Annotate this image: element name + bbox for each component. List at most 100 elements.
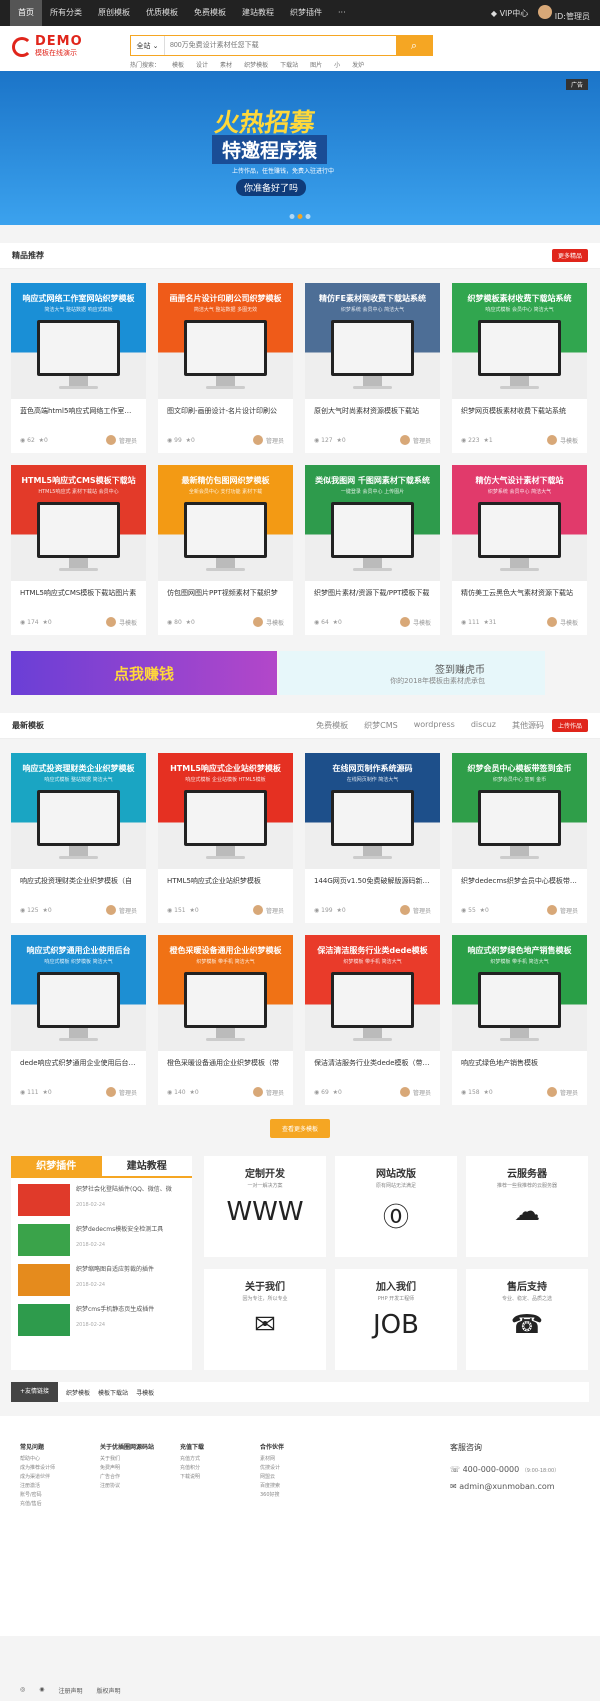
template-card[interactable]: 在线网页制作系统源码 在线网页制作 简洁大气 144G网页v1.50免费破解版源码新… <box>305 753 440 923</box>
card-author[interactable]: 寻模板 <box>546 617 578 627</box>
footer-link[interactable]: 账号/密码 <box>20 1491 92 1500</box>
weibo-icon[interactable]: ◎ <box>20 1686 25 1695</box>
card-thumbnail[interactable]: 响应式网络工作室网站织梦模板 简洁大气 整站数据 响应式模板 <box>11 283 146 399</box>
news-title[interactable]: 织梦cms手机静态页生成插件 <box>76 1304 154 1313</box>
footer-link[interactable]: 充值方式 <box>180 1455 252 1464</box>
footer-link[interactable]: 素材网 <box>260 1455 332 1464</box>
footer-link[interactable]: 360好搜 <box>260 1491 332 1500</box>
card-author[interactable]: 管理员 <box>399 905 431 915</box>
service-box[interactable]: 加入我们 PHP 开发工程师 JOB <box>335 1269 457 1370</box>
site-logo[interactable]: DEMO 模板在线演示 <box>12 35 112 58</box>
promo-earn-banner[interactable]: 点我赚钱 <box>11 651 277 695</box>
card-thumbnail[interactable]: 响应式投资理财类企业织梦模板 响应式模板 整站数据 简洁大气 <box>11 753 146 869</box>
card-author[interactable]: 管理员 <box>399 1087 431 1097</box>
template-card[interactable]: 响应式网络工作室网站织梦模板 简洁大气 整站数据 响应式模板 蓝色高端html5响应… <box>11 283 146 453</box>
card-author[interactable]: 管理员 <box>252 435 284 445</box>
news-item[interactable]: 织梦dedecms模板安全检测工具 2018-02-24 <box>11 1218 192 1258</box>
carousel-dot[interactable] <box>305 214 311 219</box>
card-title[interactable]: HTML5响应式CMS模板下载站图片素 <box>11 581 146 598</box>
carousel-dot-active[interactable] <box>297 214 303 219</box>
footer-link[interactable]: 注册协议 <box>100 1482 172 1491</box>
nav-tutorials[interactable]: 建站教程 <box>234 0 282 26</box>
friend-link[interactable]: 织梦模板 <box>66 1388 90 1397</box>
card-title[interactable]: 精仿美工云黑色大气素材资源下载站 <box>452 581 587 598</box>
card-title[interactable]: 原创大气时尚素材资源模板下载站 <box>305 399 440 416</box>
template-card[interactable]: 响应式织梦通用企业使用后台 响应式模板 织梦模板 简洁大气 dede响应式织梦通用企… <box>11 935 146 1105</box>
template-card[interactable]: 类似我图网 千图网素材下载系统 一键登录 会员中心 上传图片 织梦图片素材/资源下载… <box>305 465 440 635</box>
card-title[interactable]: 织梦dedecms织梦会员中心模板带签到 <box>452 869 587 886</box>
card-author[interactable]: 管理员 <box>105 1087 137 1097</box>
news-item[interactable]: 织梦社会化登陆插件(QQ、微信、微 2018-02-24 <box>11 1178 192 1218</box>
email-address[interactable]: admin@xunmoban.com <box>459 1482 554 1491</box>
copyright-link[interactable]: 版权声明 <box>97 1686 121 1695</box>
card-thumbnail[interactable]: 保洁清洁服务行业类dede模板 织梦模板 带手机 简洁大气 <box>305 935 440 1051</box>
tab-plugins[interactable]: 织梦插件 <box>11 1156 102 1176</box>
nav-original[interactable]: 原创模板 <box>90 0 138 26</box>
card-title[interactable]: 响应式投资理财类企业织梦模板（自 <box>11 869 146 886</box>
search-scope-select[interactable]: 全站 ⌄ <box>131 36 165 55</box>
card-author[interactable]: 管理员 <box>399 435 431 445</box>
wechat-icon[interactable]: ◉ <box>39 1686 44 1695</box>
nav-all-categories[interactable]: 所有分类 <box>42 0 90 26</box>
card-thumbnail[interactable]: 织梦会员中心模板带签到金币 织梦会员中心 签到 金币 <box>452 753 587 869</box>
card-thumbnail[interactable]: 橙色采暖设备通用企业织梦模板 织梦模板 带手机 简洁大气 <box>158 935 293 1051</box>
template-card[interactable]: 画册名片设计印刷公司织梦模板 简洁大气 整站数据 多图无效 图文印刷-画册设计-名片… <box>158 283 293 453</box>
search-input[interactable] <box>165 36 396 55</box>
card-thumbnail[interactable]: 类似我图网 千图网素材下载系统 一键登录 会员中心 上传图片 <box>305 465 440 581</box>
nav-free[interactable]: 免费模板 <box>186 0 234 26</box>
template-card[interactable]: 最新精仿包图网织梦模板 全新会员中心 支付功能 素材下载 仿包图网图片PPT视频素材… <box>158 465 293 635</box>
news-title[interactable]: 织梦dedecms模板安全检测工具 <box>76 1224 163 1233</box>
template-card[interactable]: 精仿FE素材网收费下载站系统 织梦系统 会员中心 简洁大气 原创大气时尚素材资源模板… <box>305 283 440 453</box>
card-title[interactable]: 响应式绿色地产销售模板 <box>452 1051 587 1068</box>
card-title[interactable]: dede响应式织梦通用企业使用后台（自 <box>11 1051 146 1068</box>
template-card[interactable]: 响应式投资理财类企业织梦模板 响应式模板 整站数据 简洁大气 响应式投资理财类企业织… <box>11 753 146 923</box>
template-card[interactable]: 响应式织梦绿色地产销售模板 织梦模板 带手机 简洁大气 响应式绿色地产销售模板 ◉ 1… <box>452 935 587 1105</box>
hot-link[interactable]: 发炉 <box>352 60 364 69</box>
footer-link[interactable]: 免费声明 <box>100 1464 172 1473</box>
card-author[interactable]: 寻模板 <box>105 617 137 627</box>
service-box[interactable]: 售后支持 专业、稳定、品质之选 ☎ <box>466 1269 588 1370</box>
footer-link[interactable]: 关于我们 <box>100 1455 172 1464</box>
card-title[interactable]: HTML5响应式企业站织梦模板 <box>158 869 293 886</box>
card-author[interactable]: 管理员 <box>252 1087 284 1097</box>
footer-link[interactable]: 成为推荐设计师 <box>20 1464 92 1473</box>
news-item[interactable]: 织梦cms手机静态页生成插件 2018-02-24 <box>11 1298 192 1338</box>
footer-link[interactable]: 充值/售后 <box>20 1500 92 1509</box>
tab-other[interactable]: 其他源码 <box>512 720 544 731</box>
card-title[interactable]: 织梦图片素材/资源下载/PPT模板下载 <box>305 581 440 598</box>
card-thumbnail[interactable]: 在线网页制作系统源码 在线网页制作 简洁大气 <box>305 753 440 869</box>
service-box[interactable]: 定制开发 一对一解决方案 WWW <box>204 1156 326 1257</box>
card-author[interactable]: 寻模板 <box>399 617 431 627</box>
card-title[interactable]: 织梦网页模板素材收费下载站系统 <box>452 399 587 416</box>
card-thumbnail[interactable]: 织梦模板素材收费下载站系统 响应式模板 会员中心 简洁大气 <box>452 283 587 399</box>
card-title[interactable]: 蓝色高端html5响应式网络工作室网站 <box>11 399 146 416</box>
card-thumbnail[interactable]: HTML5响应式CMS模板下载站 HTML5响应式 素材下载站 会员中心 <box>11 465 146 581</box>
copyright-link[interactable]: 注册声明 <box>59 1686 83 1695</box>
service-box[interactable]: 云服务器 推荐一些我推荐的云服务器 ☁ <box>466 1156 588 1257</box>
card-title[interactable]: 图文印刷-画册设计-名片设计印刷公 <box>158 399 293 416</box>
footer-link[interactable]: 成为渠道伙伴 <box>20 1473 92 1482</box>
hot-link[interactable]: 设计 <box>196 60 208 69</box>
template-card[interactable]: HTML5响应式企业站织梦模板 响应式模板 企业站模板 HTML5模板 HTML5响… <box>158 753 293 923</box>
hot-link[interactable]: 素材 <box>220 60 232 69</box>
template-card[interactable]: 织梦模板素材收费下载站系统 响应式模板 会员中心 简洁大气 织梦网页模板素材收费下载… <box>452 283 587 453</box>
footer-link[interactable]: 广告合作 <box>100 1473 172 1482</box>
footer-link[interactable]: 优搜设计 <box>260 1464 332 1473</box>
load-more-button[interactable]: 查看更多模板 <box>269 1119 330 1138</box>
promo-signin-banner[interactable]: 签到赚虎币 你的2018年模板由素材虎承包 <box>279 651 545 695</box>
tab-discuz[interactable]: discuz <box>471 720 496 731</box>
template-card[interactable]: 织梦会员中心模板带签到金币 织梦会员中心 签到 金币 织梦dedecms织梦会员中心… <box>452 753 587 923</box>
user-menu[interactable]: ID:管理员 <box>538 4 590 22</box>
card-author[interactable]: 管理员 <box>105 435 137 445</box>
tab-tutorials[interactable]: 建站教程 <box>102 1156 193 1176</box>
news-title[interactable]: 织梦缩略图自适应剪裁的插件 <box>76 1264 154 1273</box>
card-thumbnail[interactable]: 精仿大气设计素材下载站 织梦系统 会员中心 简洁大气 <box>452 465 587 581</box>
nav-more[interactable]: ··· <box>330 0 354 26</box>
card-author[interactable]: 寻模板 <box>546 435 578 445</box>
footer-link[interactable]: 百度搜索 <box>260 1482 332 1491</box>
card-title[interactable]: 橙色采暖设备通用企业织梦模板（带 <box>158 1051 293 1068</box>
card-thumbnail[interactable]: 精仿FE素材网收费下载站系统 织梦系统 会员中心 简洁大气 <box>305 283 440 399</box>
nav-home[interactable]: 首页 <box>10 0 42 26</box>
hot-link[interactable]: 模板 <box>172 60 184 69</box>
card-thumbnail[interactable]: 最新精仿包图网织梦模板 全新会员中心 支付功能 素材下载 <box>158 465 293 581</box>
